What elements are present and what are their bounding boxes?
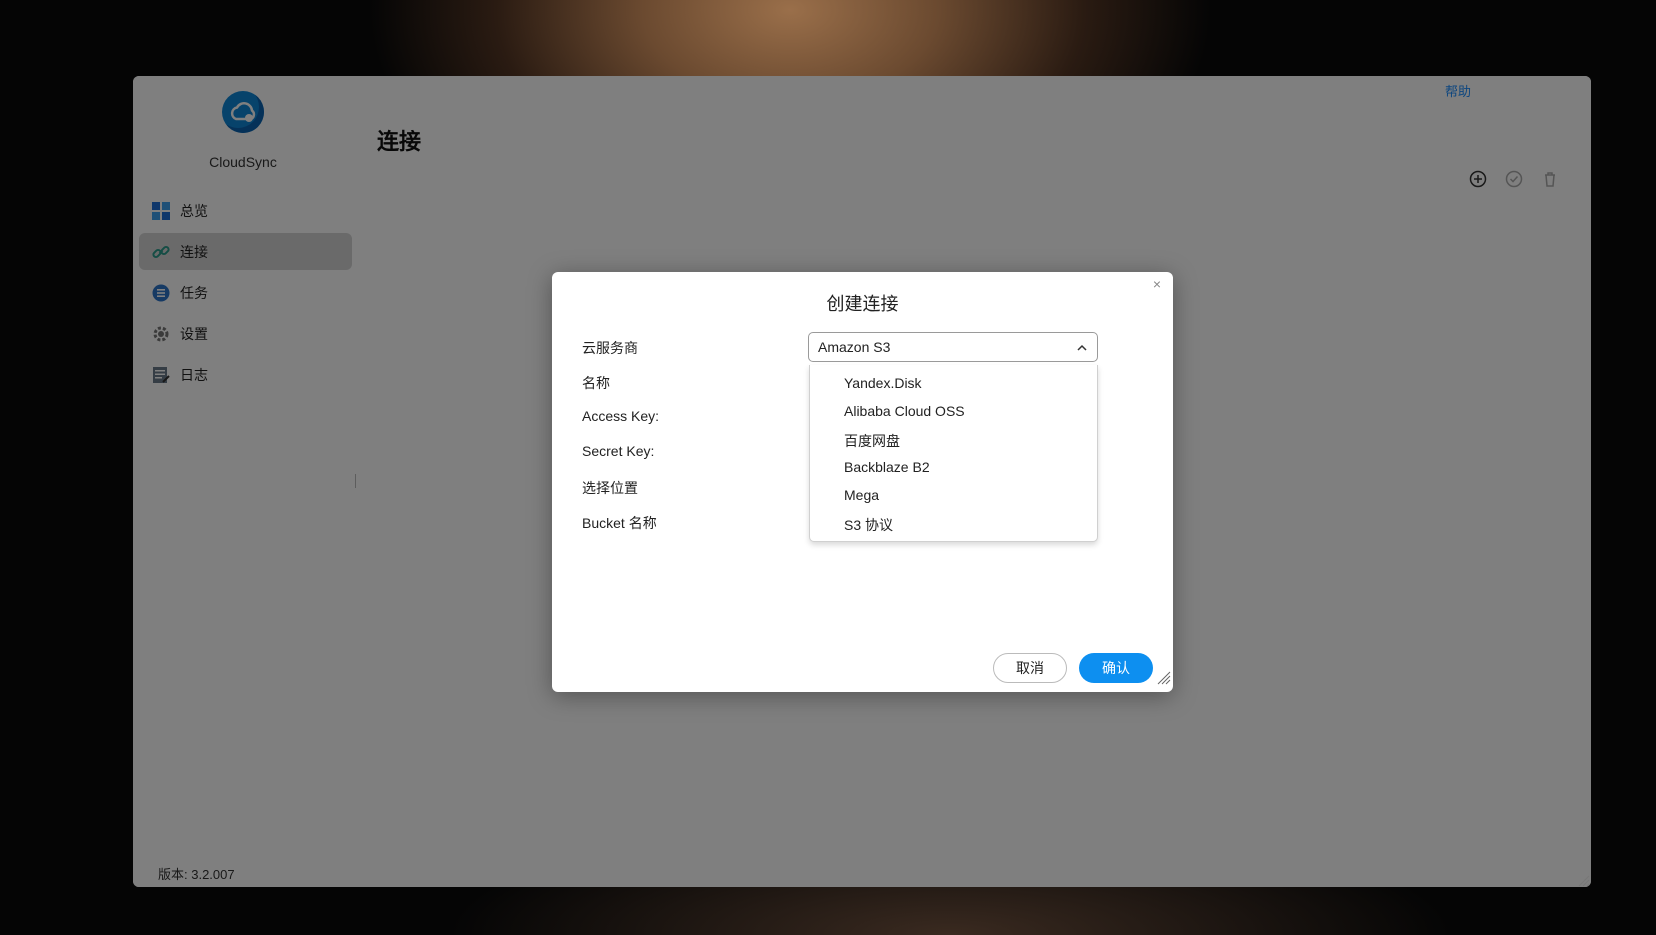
provider-dropdown: Yandex.Disk Alibaba Cloud OSS 百度网盘 Backb… bbox=[809, 365, 1098, 542]
location-label: 选择位置 bbox=[582, 480, 638, 496]
dropdown-option[interactable]: S3 协议 bbox=[844, 515, 893, 535]
dropdown-option[interactable]: Backblaze B2 bbox=[844, 459, 930, 475]
bucket-label: Bucket 名称 bbox=[582, 515, 657, 531]
dropdown-option[interactable]: Alibaba Cloud OSS bbox=[844, 403, 965, 419]
provider-select-value: Amazon S3 bbox=[818, 339, 891, 355]
cancel-button[interactable]: 取消 bbox=[993, 653, 1067, 683]
name-label: 名称 bbox=[582, 375, 610, 391]
confirm-button[interactable]: 确认 bbox=[1079, 653, 1153, 683]
provider-label: 云服务商 bbox=[582, 340, 638, 356]
dialog-resize-grip[interactable] bbox=[1157, 671, 1171, 690]
chevron-up-icon bbox=[1076, 341, 1088, 357]
dropdown-option[interactable]: Mega bbox=[844, 487, 879, 503]
dropdown-option[interactable]: Yandex.Disk bbox=[844, 375, 922, 391]
window-resize-grip[interactable] bbox=[1578, 874, 1590, 892]
close-icon[interactable]: × bbox=[1153, 276, 1161, 292]
dropdown-option[interactable]: 百度网盘 bbox=[844, 431, 900, 451]
provider-select[interactable]: Amazon S3 bbox=[808, 332, 1098, 362]
access-key-label: Access Key: bbox=[582, 408, 660, 424]
create-connection-dialog: 创建连接 × 云服务商 名称 Access Key: Secret Key: 选… bbox=[552, 272, 1173, 692]
dialog-title: 创建连接 bbox=[826, 294, 899, 314]
secret-key-label: Secret Key: bbox=[582, 443, 655, 459]
